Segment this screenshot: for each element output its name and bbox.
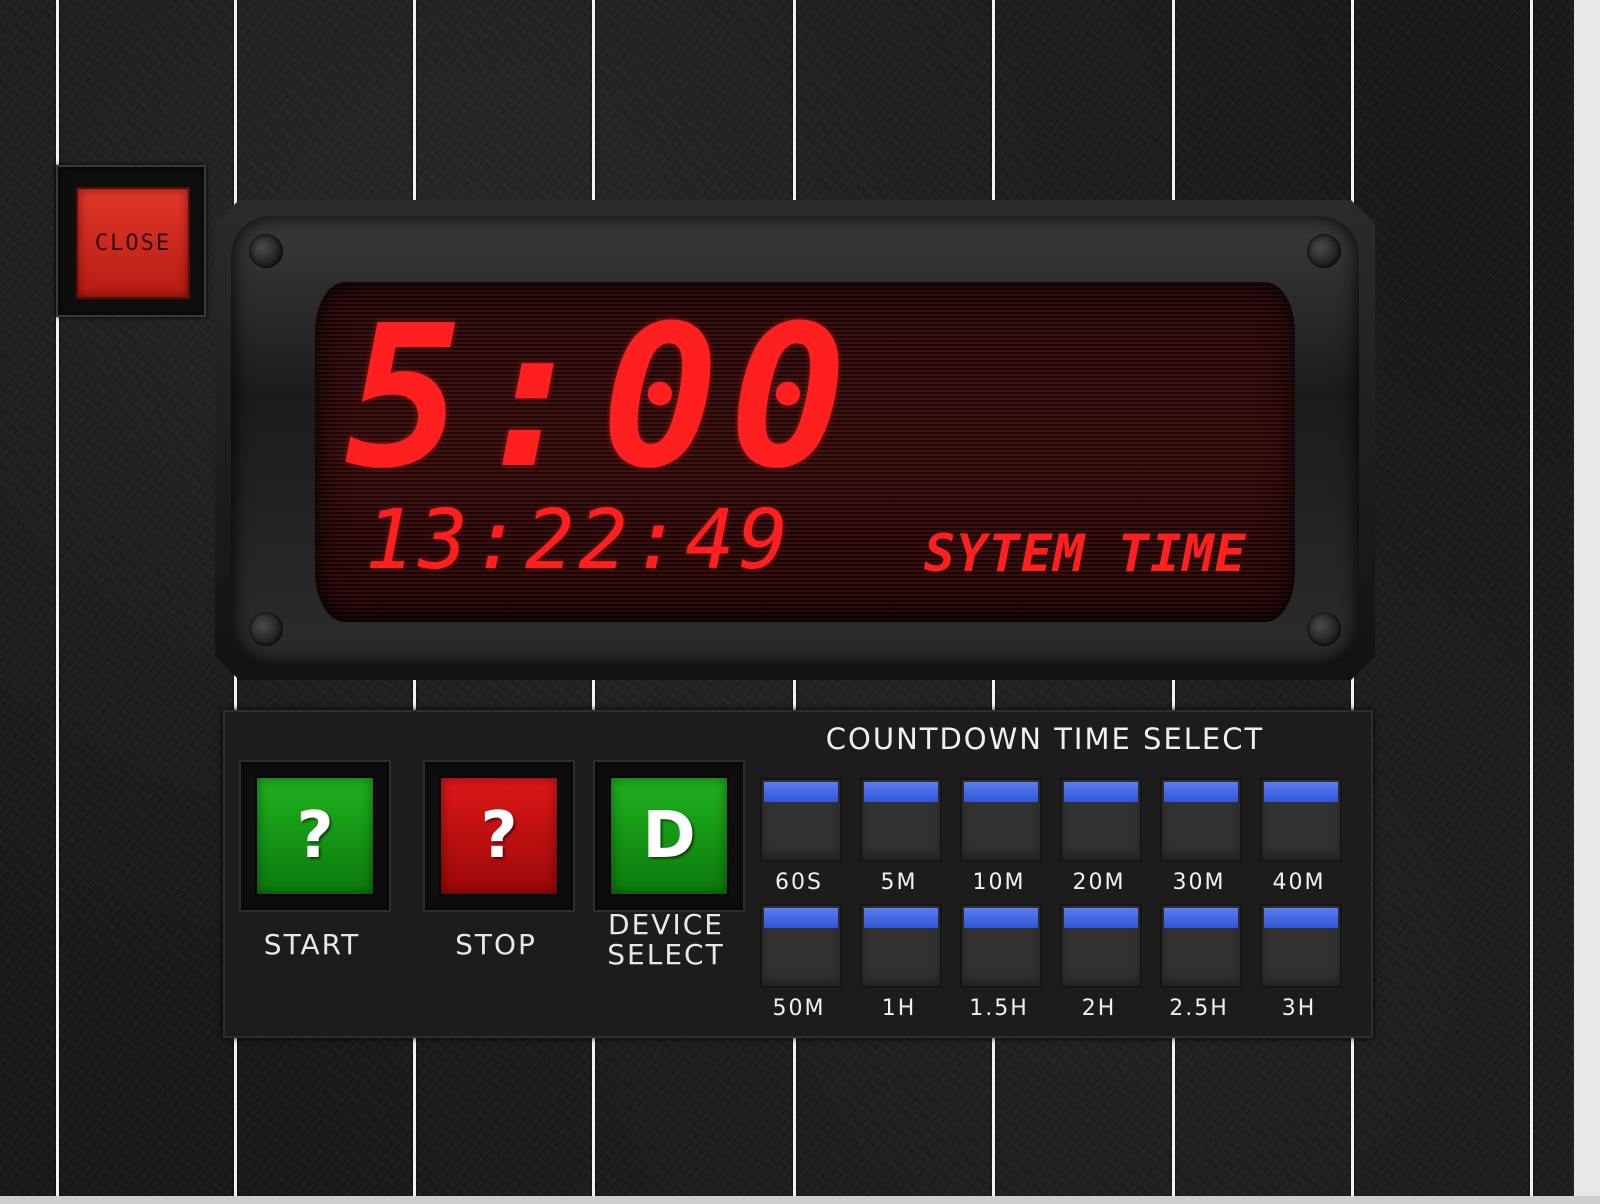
device-select-label-line1: DEVICE bbox=[608, 908, 724, 941]
time-option-label: 5M bbox=[880, 870, 918, 895]
control-panel: ? START ? STOP D DEVICE SELECT COUNTDOWN… bbox=[223, 710, 1373, 1038]
system-time-label: SYTEM TIME bbox=[923, 524, 1247, 584]
time-option-1h[interactable] bbox=[860, 904, 942, 988]
time-option-2-5h[interactable] bbox=[1160, 904, 1242, 988]
time-option-label: 30M bbox=[1172, 870, 1226, 895]
time-option-label: 50M bbox=[772, 996, 826, 1021]
start-button-icon: ? bbox=[296, 799, 334, 873]
time-option-label: 2H bbox=[1081, 996, 1117, 1021]
countdown-display: 5:00 bbox=[345, 284, 858, 512]
time-option-50m[interactable] bbox=[760, 904, 842, 988]
lcd-screen: 5:00 13:22:49 SYTEM TIME bbox=[315, 282, 1295, 622]
device-select-icon: D bbox=[642, 799, 696, 873]
display-bezel: 5:00 13:22:49 SYTEM TIME bbox=[215, 200, 1375, 680]
time-option-label: 1H bbox=[881, 996, 917, 1021]
time-option-label: 60S bbox=[775, 870, 823, 895]
option-indicator bbox=[1064, 908, 1138, 928]
countdown-select-title: COUNTDOWN TIME SELECT bbox=[825, 722, 1265, 756]
window-frame-bottom bbox=[0, 1196, 1600, 1204]
close-button-housing: CLOSE bbox=[56, 165, 206, 317]
option-indicator bbox=[764, 908, 838, 928]
option-indicator bbox=[1164, 782, 1238, 802]
time-option-5m[interactable] bbox=[860, 778, 942, 862]
device-select-button[interactable]: D bbox=[609, 776, 729, 896]
option-indicator bbox=[1264, 908, 1338, 928]
option-indicator bbox=[1264, 782, 1338, 802]
close-button-label: CLOSE bbox=[94, 230, 172, 256]
stop-button-icon: ? bbox=[480, 799, 518, 873]
system-clock: 13:22:49 bbox=[365, 493, 792, 588]
stop-button-housing: ? bbox=[423, 760, 575, 912]
stop-label: STOP bbox=[455, 928, 537, 961]
time-option-label: 2.5H bbox=[1169, 996, 1229, 1021]
time-option-3h[interactable] bbox=[1260, 904, 1342, 988]
screw-top-left bbox=[249, 234, 283, 268]
time-option-label: 10M bbox=[972, 870, 1026, 895]
option-indicator bbox=[864, 908, 938, 928]
option-indicator bbox=[1064, 782, 1138, 802]
time-option-label: 20M bbox=[1072, 870, 1126, 895]
time-option-1-5h[interactable] bbox=[960, 904, 1042, 988]
time-option-10m[interactable] bbox=[960, 778, 1042, 862]
device-select-label-line2: SELECT bbox=[607, 938, 725, 971]
time-option-40m[interactable] bbox=[1260, 778, 1342, 862]
option-indicator bbox=[964, 782, 1038, 802]
time-option-label: 3H bbox=[1281, 996, 1317, 1021]
time-option-30m[interactable] bbox=[1160, 778, 1242, 862]
close-button[interactable]: CLOSE bbox=[76, 187, 190, 299]
stop-button[interactable]: ? bbox=[439, 776, 559, 896]
option-indicator bbox=[964, 908, 1038, 928]
window-frame-edge bbox=[1574, 0, 1600, 1204]
option-indicator bbox=[764, 782, 838, 802]
display-bezel-inner: 5:00 13:22:49 SYTEM TIME bbox=[231, 216, 1359, 664]
start-label: START bbox=[263, 928, 361, 961]
device-select-label: DEVICE SELECT bbox=[581, 910, 751, 970]
start-button-housing: ? bbox=[239, 760, 391, 912]
time-option-60s[interactable] bbox=[760, 778, 842, 862]
option-indicator bbox=[864, 782, 938, 802]
screw-bottom-left bbox=[249, 612, 283, 646]
device-select-button-housing: D bbox=[593, 760, 745, 912]
start-button[interactable]: ? bbox=[255, 776, 375, 896]
screw-top-right bbox=[1307, 234, 1341, 268]
option-indicator bbox=[1164, 908, 1238, 928]
time-option-20m[interactable] bbox=[1060, 778, 1142, 862]
time-option-label: 1.5H bbox=[969, 996, 1029, 1021]
background-stripe bbox=[1530, 0, 1533, 1196]
screw-bottom-right bbox=[1307, 612, 1341, 646]
time-option-label: 40M bbox=[1272, 870, 1326, 895]
time-option-2h[interactable] bbox=[1060, 904, 1142, 988]
